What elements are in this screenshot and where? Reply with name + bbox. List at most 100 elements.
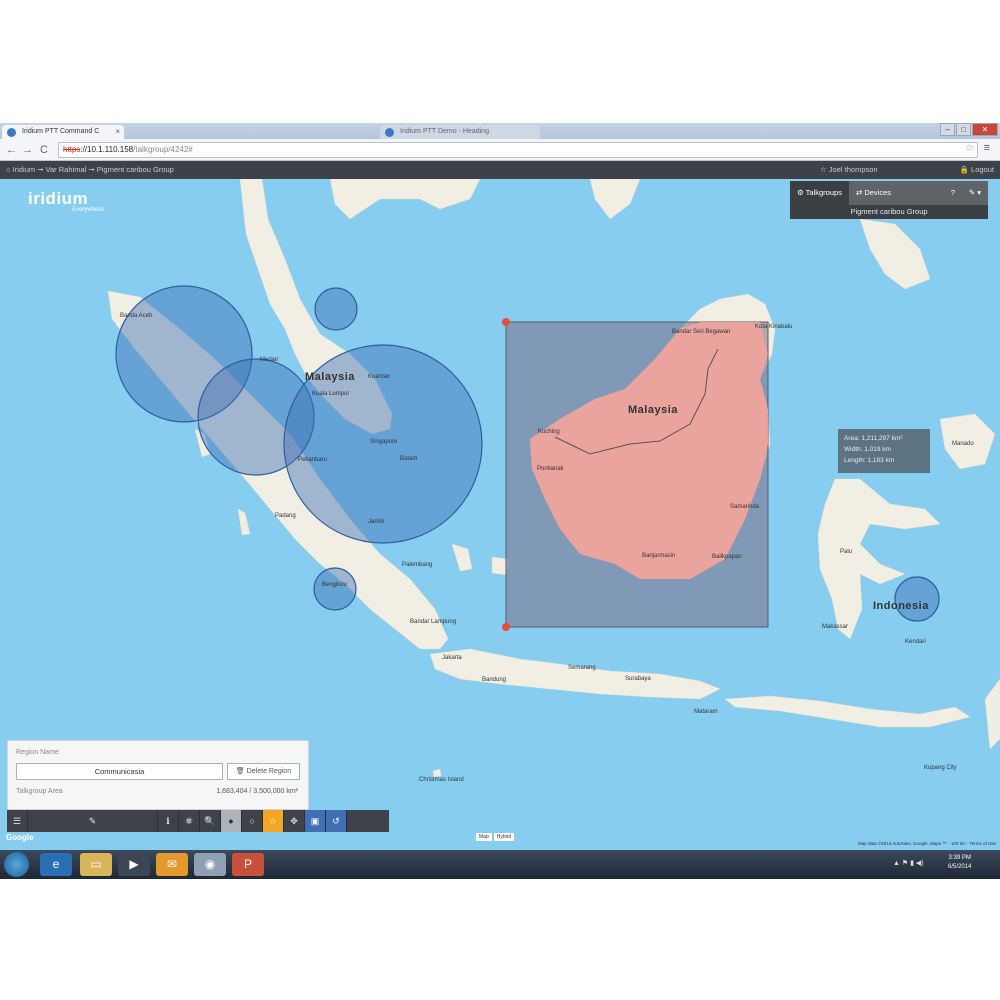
region-circle-bengkulu <box>313 567 357 611</box>
layers-icon[interactable]: ⛯ <box>179 810 200 832</box>
ie-icon[interactable]: e <box>40 853 72 876</box>
philippines-land <box>859 218 931 290</box>
maximize-button[interactable]: □ <box>956 123 971 136</box>
region-panel: Region Name Communicasia 🗑 Delete Region… <box>7 740 309 810</box>
iridium-logo: iridium Everywhere <box>28 189 104 213</box>
right-panel: ⚙ Talkgroups ⇄ Devices ? ✎ ▾ Pigment car… <box>790 181 988 219</box>
country-label-indonesia: Indonesia <box>873 600 929 612</box>
map-label: Bandar Seri Begawan <box>672 329 731 335</box>
christmas-island <box>432 768 442 778</box>
breadcrumb[interactable]: ⌂ Iridium ➞ Var Rahimal ➞ Pigment caribo… <box>6 161 174 179</box>
close-window-button[interactable]: ✕ <box>972 123 998 136</box>
reload-icon[interactable]: C <box>40 143 48 157</box>
map-type-control: Map Hybrid <box>476 833 515 841</box>
fill-circle-icon[interactable]: ● <box>221 810 242 832</box>
map-label: Kendari <box>905 639 926 645</box>
tab-title: Iridium PTT Demo - Heading <box>400 128 489 135</box>
logout-link[interactable]: 🔒 Logout <box>960 161 994 179</box>
close-tab-icon[interactable]: × <box>115 125 120 139</box>
media-player-icon[interactable]: ▶ <box>118 853 150 876</box>
clock-time: 3:39 PM <box>948 855 971 861</box>
delete-region-button[interactable]: 🗑 Delete Region <box>227 763 300 780</box>
map-toolbar: ☰ ✎ ℹ ⛯ 🔍 ● ○ ☆ ✥ ▣ ↺ <box>7 810 389 832</box>
info-icon[interactable]: ℹ <box>158 810 179 832</box>
region-name-input[interactable]: Communicasia <box>16 763 223 780</box>
list-icon[interactable]: ☰ <box>7 810 28 832</box>
start-button[interactable] <box>4 852 29 877</box>
region-circle-sulawesi <box>894 576 940 622</box>
user-name[interactable]: ☆ Joel thompson <box>820 161 878 179</box>
map-label: Makassar <box>822 624 849 630</box>
undo-icon[interactable]: ↺ <box>326 810 347 832</box>
map-label: Padang <box>275 513 296 519</box>
map-label: Balikpapan <box>712 554 742 560</box>
tools-menu-icon[interactable]: ✎ ▾ <box>962 181 988 205</box>
map-label: Kota Kinabalu <box>755 324 793 330</box>
system-tray-icons[interactable]: ▲ ⚑ ▮ ◀) <box>893 859 924 867</box>
map-label: Kuala Lumpur <box>312 391 350 397</box>
map-label: Bandar Lampung <box>410 619 457 625</box>
tab-strip: Iridium PTT Command C × Iridium PTT Demo… <box>0 123 1000 139</box>
draw-circle-icon[interactable]: ○ <box>242 810 263 832</box>
map-label: Batam <box>400 456 418 462</box>
windows-taskbar: e ▭ ▶ ✉ ◉ P ▲ ⚑ ▮ ◀) 3:39 PM 6/5/2014 <box>0 850 1000 879</box>
region-name-label: Region Name <box>16 749 59 756</box>
clock[interactable]: 3:39 PM 6/5/2014 <box>948 854 971 872</box>
bookmark-star-icon[interactable]: ☆ <box>965 143 974 154</box>
back-arrow-icon[interactable]: ← <box>6 143 17 157</box>
map-label: Banjarmasin <box>642 553 676 559</box>
folder-icon[interactable]: ▭ <box>80 853 112 876</box>
map-label: Jambi <box>368 519 385 525</box>
app-nav-bar: ⌂ Iridium ➞ Var Rahimal ➞ Pigment caribo… <box>0 161 1000 179</box>
mentawai-island <box>237 508 251 536</box>
map-label: Palu <box>840 549 853 555</box>
tab-title: Iridium PTT Command C <box>22 128 100 135</box>
browser-tab-active[interactable]: Iridium PTT Command C × <box>2 125 124 139</box>
browser-menu-icon[interactable]: ≡ <box>984 142 990 154</box>
zoom-icon[interactable]: 🔍 <box>200 810 221 832</box>
rect-handle-bottom <box>502 623 510 631</box>
java-land <box>429 648 721 700</box>
map-label: Manado <box>952 441 974 447</box>
google-logo: Google <box>6 833 34 842</box>
draw-polygon-icon[interactable]: ☆ <box>263 810 284 832</box>
map-label: Kupang City <box>924 765 957 771</box>
url-input[interactable]: https://10.1.110.158/talkgroup/4242# <box>58 142 978 158</box>
forward-arrow-icon[interactable]: → <box>22 143 33 157</box>
talkgroup-area-value: 1,683,404 / 3,500,000 km² <box>216 788 298 795</box>
country-label-malaysia-east: Malaysia <box>628 404 678 416</box>
map-label: Surabaya <box>625 676 651 682</box>
window-controls: – □ ✕ <box>940 123 998 137</box>
minimize-button[interactable]: – <box>940 123 955 136</box>
tab-devices[interactable]: ⇄ Devices <box>849 181 898 205</box>
map-attribution: Map data ©2014 AutoNavi, Google, Maps ™ … <box>857 841 996 846</box>
chrome-icon[interactable]: ◉ <box>194 853 226 876</box>
save-icon[interactable]: ▣ <box>305 810 326 832</box>
map-type-hybrid[interactable]: Hybrid <box>493 833 515 841</box>
map-type-map[interactable]: Map <box>476 833 492 841</box>
powerpoint-icon[interactable]: P <box>232 853 264 876</box>
map-label: Bengkulu <box>322 582 348 588</box>
tab-talkgroups[interactable]: ⚙ Talkgroups <box>790 181 849 205</box>
logo-name: iridium <box>28 189 89 208</box>
map-label: Christmas Island <box>419 777 464 783</box>
browser-tab-inactive[interactable]: Iridium PTT Demo - Heading <box>380 125 540 139</box>
map-label: Samarinda <box>730 504 760 510</box>
talkgroup-area-label: Talkgroup Area <box>16 788 63 795</box>
move-icon[interactable]: ✥ <box>284 810 305 832</box>
map-canvas[interactable]: Malaysia Malaysia Indonesia Banda Aceh M… <box>0 179 1000 850</box>
map-label: Bandung <box>482 677 507 683</box>
url-protocol: https <box>63 145 81 154</box>
edit-pencil-icon[interactable]: ✎ <box>28 810 158 832</box>
map-label: Palembang <box>402 562 433 568</box>
map-label: Banda Aceh <box>120 313 153 319</box>
vietnam-land <box>589 179 641 220</box>
browser-window: Iridium PTT Command C × Iridium PTT Demo… <box>0 123 1000 879</box>
right-panel-tabs: ⚙ Talkgroups ⇄ Devices ? ✎ ▾ <box>790 181 988 205</box>
outlook-icon[interactable]: ✉ <box>156 853 188 876</box>
help-icon[interactable]: ? <box>944 181 962 205</box>
iridium-favicon-icon <box>7 128 16 137</box>
map-label: Jakarta <box>442 655 462 661</box>
address-bar: ← → C https://10.1.110.158/talkgroup/424… <box>0 139 1000 161</box>
url-host: ://10.1.110.158 <box>80 145 134 154</box>
